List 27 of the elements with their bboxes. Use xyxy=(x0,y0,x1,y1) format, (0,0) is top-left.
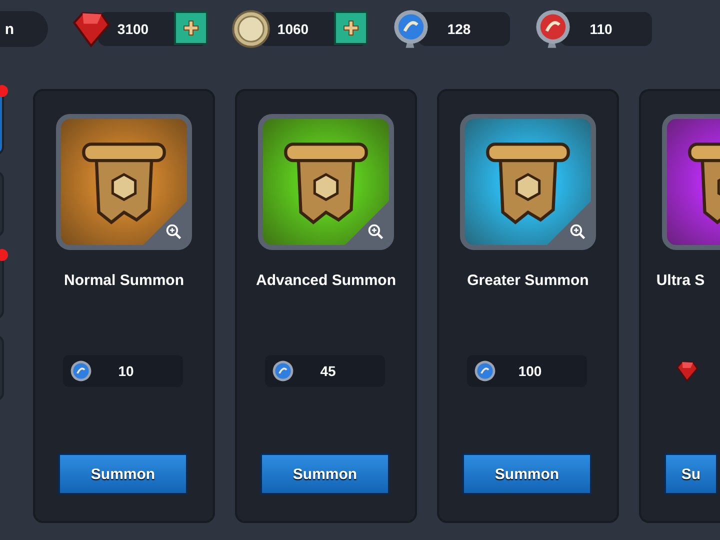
item-frame[interactable] xyxy=(460,114,596,250)
plus-icon xyxy=(181,18,201,38)
summon-button[interactable]: Summon xyxy=(58,453,188,495)
add-button[interactable] xyxy=(174,11,208,45)
item-frame[interactable] xyxy=(258,114,394,250)
zoom-in-icon[interactable] xyxy=(165,223,183,241)
summon-button[interactable]: Summon xyxy=(260,453,390,495)
plus-icon xyxy=(341,18,361,38)
zoom-in-icon[interactable] xyxy=(569,223,587,241)
summon-title: Normal Summon xyxy=(62,272,185,289)
summon-title: Advanced Summon xyxy=(254,272,398,289)
cost-amount: 45 xyxy=(319,363,337,379)
ruby-icon xyxy=(675,359,699,383)
summon-title: Ultra S xyxy=(655,272,706,289)
coin-icon xyxy=(230,8,272,50)
cost-amount: 100 xyxy=(517,363,543,379)
token-icon xyxy=(69,359,93,383)
zoom-in-icon[interactable] xyxy=(367,223,385,241)
token-icon xyxy=(271,359,295,383)
summon-title: Greater Summon xyxy=(466,272,590,289)
cost-amount: 10 xyxy=(117,363,135,379)
summon-button[interactable]: Summon xyxy=(462,453,592,495)
summon-button[interactable]: Su xyxy=(664,453,718,495)
top-tab[interactable]: n xyxy=(0,11,48,47)
add-button[interactable] xyxy=(334,11,368,45)
item-frame[interactable] xyxy=(56,114,192,250)
token-icon xyxy=(473,359,497,383)
